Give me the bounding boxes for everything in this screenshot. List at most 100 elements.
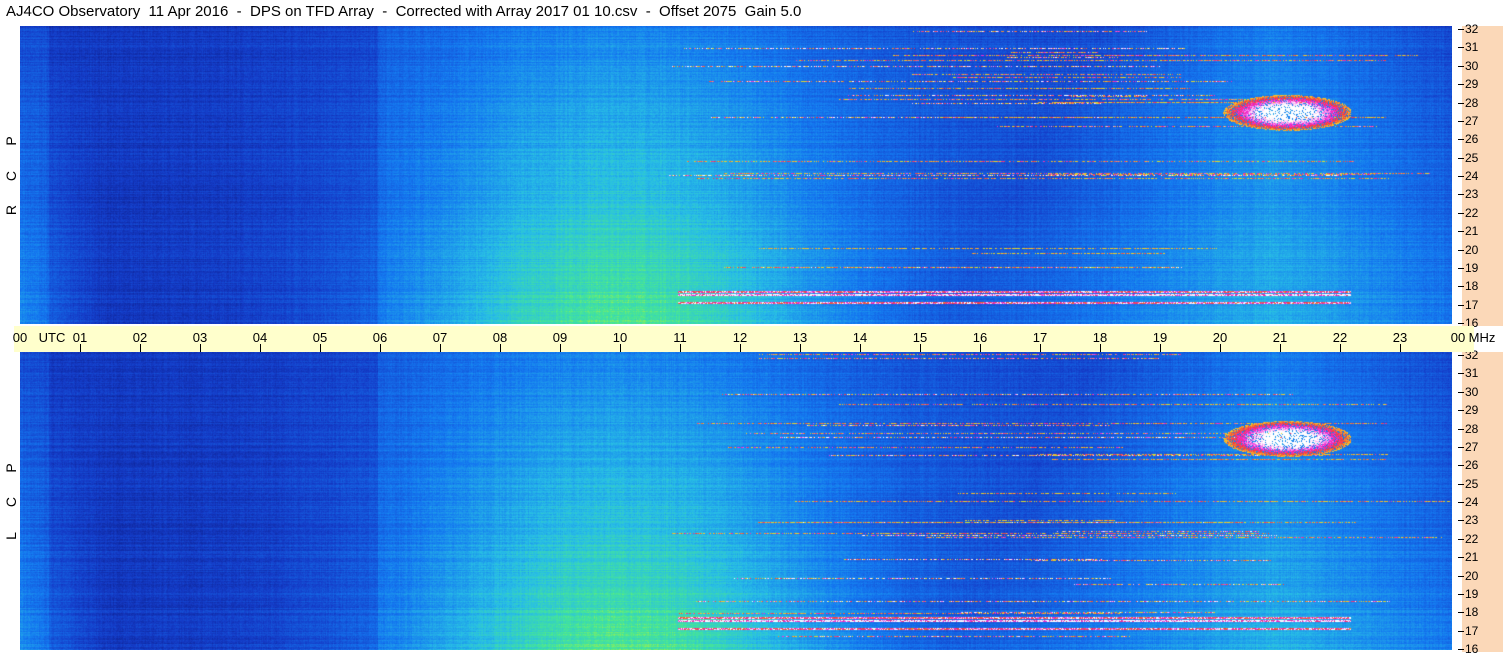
frequency-unit-label: MHz [1468,330,1496,345]
time-tick [860,344,861,352]
time-tick [920,344,921,352]
frequency-tick-mark [1458,194,1464,196]
frequency-tick-label: 23 [1465,513,1479,528]
frequency-tick-mark [1458,575,1464,577]
frequency-tick-mark [1458,249,1464,251]
time-tick [620,344,621,352]
frequency-tick-label: 26 [1465,132,1479,147]
frequency-tick-mark [1458,502,1464,503]
frequency-tick-mark [1458,538,1464,540]
frequency-tick-mark [1458,102,1464,104]
time-label-end: 00 [1450,330,1466,345]
frequency-tick-mark [1458,231,1464,233]
polarization-letter: P [3,463,19,473]
frequency-tick-mark [1458,465,1464,467]
frequency-tick-mark [1458,29,1464,30]
polarization-letter: P [3,136,19,146]
frequency-tick-mark [1458,630,1464,632]
frequency-tick-label: 16 [1465,642,1479,656]
time-tick [200,344,201,352]
frequency-tick-label: 26 [1465,458,1479,473]
polarization-letter: C [3,496,19,508]
time-tick [260,344,261,352]
frequency-tick-label: 27 [1465,439,1479,454]
frequency-tick-label: 31 [1465,366,1479,381]
frequency-tick-mark [1458,47,1464,49]
time-tick [980,344,981,352]
frequency-tick-mark [1458,176,1464,177]
frequency-tick-label: 21 [1465,550,1479,565]
frequency-tick-label: 22 [1465,531,1479,546]
page-title: AJ4CO Observatory 11 Apr 2016 - DPS on T… [6,3,802,20]
time-tick [740,344,741,352]
frequency-tick-label: 31 [1465,40,1479,55]
frequency-tick-label: 21 [1465,224,1479,239]
time-tick [1280,344,1281,352]
frequency-tick-label: 17 [1465,623,1479,638]
time-tick [1220,344,1221,352]
time-tick [140,344,141,352]
frequency-tick-mark [1458,446,1464,448]
frequency-tick-mark [1458,323,1464,324]
spectrogram-rcp[interactable] [20,26,1452,324]
frequency-tick-label: 25 [1465,150,1479,165]
time-tick [560,344,561,352]
time-tick [800,344,801,352]
polarization-letter: L [3,532,19,540]
polarization-letter: R [3,204,19,216]
frequency-tick-mark [1458,410,1464,412]
frequency-tick-label: 29 [1465,403,1479,418]
time-tick [1160,344,1161,352]
frequency-tick-mark [1458,157,1464,159]
frequency-tick-mark [1458,391,1464,393]
frequency-tick-label: 20 [1465,242,1479,257]
frequency-tick-label: 32 [1465,22,1479,36]
frequency-tick-label: 18 [1465,279,1479,294]
spectrogram-lcp[interactable] [20,352,1452,650]
frequency-tick-mark [1458,212,1464,214]
time-tick [1400,344,1401,352]
frequency-tick-label: 24 [1465,495,1479,509]
frequency-tick-mark [1458,649,1464,650]
spectrogram-rcp-canvas [20,26,1452,324]
spectrogram-lcp-canvas [20,352,1452,650]
frequency-tick-label: 24 [1465,169,1479,183]
frequency-tick-label: 28 [1465,421,1479,436]
time-tick [680,344,681,352]
time-tick [320,344,321,352]
time-tick [1340,344,1341,352]
frequency-tick-label: 18 [1465,605,1479,620]
frequency-tick-label: 20 [1465,568,1479,583]
frequency-tick-mark [1458,373,1464,375]
time-tick [500,344,501,352]
frequency-tick-mark [1458,286,1464,288]
frequency-tick-mark [1458,428,1464,430]
frequency-tick-label: 22 [1465,205,1479,220]
frequency-tick-label: 28 [1465,95,1479,110]
frequency-tick-label: 27 [1465,113,1479,128]
time-tick [1040,344,1041,352]
time-label-start: 00 [12,330,28,345]
frequency-tick-mark [1458,593,1464,595]
time-unit-label: UTC [38,330,66,345]
frequency-tick-label: 30 [1465,384,1479,399]
frequency-tick-mark [1458,304,1464,306]
frequency-tick-mark [1458,520,1464,522]
frequency-tick-label: 23 [1465,187,1479,202]
frequency-tick-mark [1458,612,1464,614]
time-tick [80,344,81,352]
spectrogram-window: AJ4CO Observatory 11 Apr 2016 - DPS on T… [0,0,1503,672]
frequency-tick-label: 25 [1465,476,1479,491]
frequency-tick-label: 29 [1465,77,1479,92]
frequency-tick-label: 19 [1465,586,1479,601]
frequency-tick-mark [1458,139,1464,141]
frequency-tick-mark [1458,267,1464,269]
frequency-tick-mark [1458,557,1464,559]
frequency-tick-mark [1458,120,1464,122]
frequency-tick-mark [1458,65,1464,67]
frequency-tick-mark [1458,84,1464,86]
frequency-tick-label: 19 [1465,260,1479,275]
frequency-tick-mark [1458,483,1464,485]
frequency-tick-label: 30 [1465,58,1479,73]
time-tick [1100,344,1101,352]
